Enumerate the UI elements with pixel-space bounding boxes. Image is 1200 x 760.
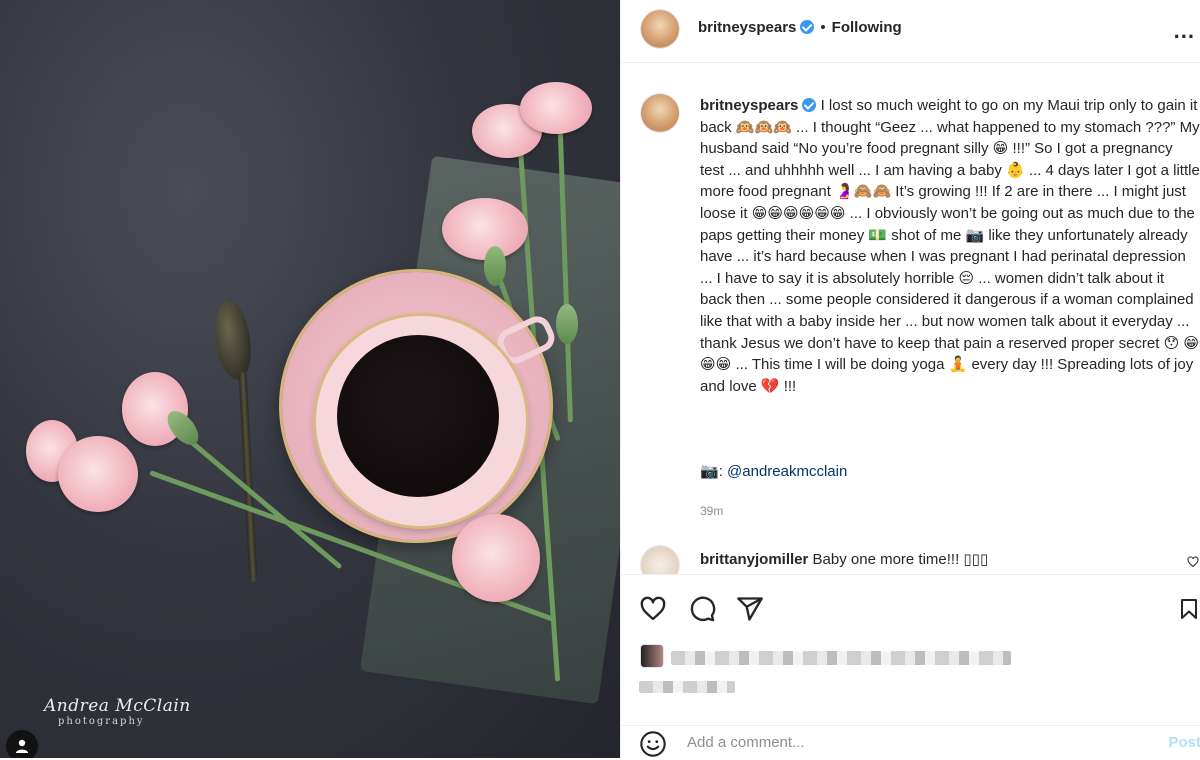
- comment-icon[interactable]: [688, 595, 716, 623]
- bookmark-icon[interactable]: [1177, 595, 1200, 623]
- heart-icon[interactable]: [639, 595, 667, 623]
- comment-text: Baby one more time!!! ▯▯▯: [812, 551, 989, 568]
- following-button[interactable]: Following: [832, 19, 902, 36]
- photo-credit: 📷: @andreakmcclain: [700, 462, 847, 480]
- post-comment-button[interactable]: Post: [1168, 734, 1200, 751]
- carnation-flower: [442, 198, 528, 260]
- caption-text: I lost so much weight to go on my Maui t…: [700, 97, 1200, 395]
- camera-icon: 📷: [700, 463, 719, 480]
- post-header: britneyspears • Following ...: [621, 0, 1200, 63]
- carnation-flower: [58, 436, 138, 512]
- tagged-users-button[interactable]: [6, 730, 38, 758]
- comment-item: brittanyjomiller Baby one more time!!! ▯…: [700, 550, 988, 568]
- post-date-redacted: [639, 681, 735, 693]
- post-actions-section: Post: [621, 574, 1200, 759]
- verified-badge-icon: [802, 98, 817, 112]
- commenter-avatar[interactable]: [641, 546, 679, 574]
- carnation-flower: [452, 514, 540, 602]
- header-separator: •: [820, 19, 826, 36]
- avatar[interactable]: [641, 10, 679, 48]
- flower-bud: [484, 246, 506, 286]
- spoon-handle: [238, 371, 258, 583]
- caption-username[interactable]: britneyspears: [700, 97, 798, 114]
- smiley-icon[interactable]: [639, 730, 667, 758]
- verified-badge-icon: [800, 20, 815, 34]
- post-caption: britneyspears I lost so much weight to g…: [700, 95, 1200, 397]
- comment-username[interactable]: brittanyjomiller: [700, 551, 808, 568]
- header-username[interactable]: britneyspears: [698, 19, 796, 36]
- add-comment-bar: Post: [621, 725, 1200, 760]
- more-options-icon[interactable]: ...: [1174, 18, 1195, 44]
- flower-bud: [556, 304, 578, 344]
- photographer-watermark: Andrea McClain: [44, 696, 191, 716]
- credit-handle-link[interactable]: @andreakmcclain: [727, 463, 847, 480]
- post-details-panel: britneyspears • Following ... britneyspear…: [620, 0, 1200, 758]
- comment-input[interactable]: [687, 734, 1147, 751]
- liked-by-avatar[interactable]: [641, 645, 663, 667]
- post-photo[interactable]: Andrea McClain photography: [0, 0, 620, 758]
- credit-colon: :: [718, 463, 723, 480]
- photographer-watermark-sub: photography: [58, 716, 145, 727]
- user-icon: [16, 739, 28, 753]
- share-icon[interactable]: [736, 595, 764, 623]
- header-meta: britneyspears • Following: [698, 19, 902, 37]
- carnation-flower: [520, 82, 592, 134]
- liked-by-text-redacted: [671, 651, 1011, 665]
- coffee: [337, 335, 499, 497]
- caption-avatar[interactable]: [641, 94, 679, 132]
- comments-scroll-area[interactable]: britneyspears I lost so much weight to g…: [621, 62, 1200, 574]
- spoon: [210, 298, 256, 382]
- comment-like-icon[interactable]: [1187, 556, 1199, 568]
- post-timestamp[interactable]: 39m: [700, 504, 723, 518]
